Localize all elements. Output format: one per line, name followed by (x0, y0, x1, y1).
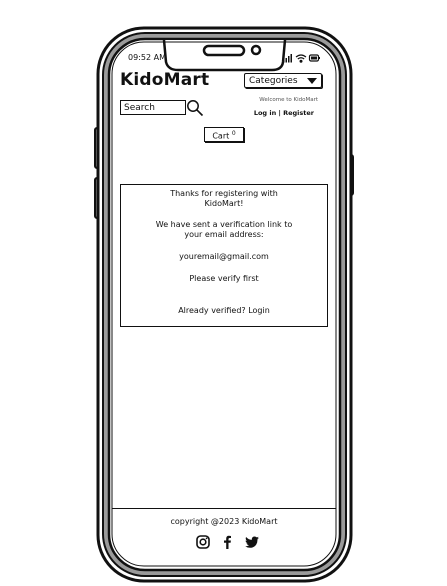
email-address: youremail@gmail.com (179, 252, 269, 261)
verification-message-box: Thanks for registering with KidoMart! We… (120, 184, 328, 327)
verification-sent-text: We have sent a verification link to your… (155, 220, 293, 239)
welcome-text: Welcome to KidoMart (259, 97, 318, 103)
brand-logo[interactable]: KidoMart (120, 70, 209, 90)
signal-icon (283, 54, 292, 63)
battery-icon (308, 54, 320, 62)
status-time: 09:52 AM (128, 53, 166, 62)
instagram-icon[interactable] (195, 534, 211, 550)
search-icon[interactable] (186, 99, 204, 117)
login-register-link[interactable]: Log in | Register (230, 109, 314, 117)
cart-count: 0 (231, 130, 236, 137)
categories-label: Categories (249, 76, 298, 86)
already-verified-login-link[interactable]: Already verified? Login (121, 306, 327, 316)
verify-prompt: Please verify first (189, 274, 259, 283)
categories-dropdown[interactable]: Categories (244, 73, 322, 88)
wifi-icon (295, 54, 307, 63)
status-icons (283, 54, 320, 63)
chevron-down-icon (307, 78, 317, 84)
search-input[interactable] (120, 100, 186, 115)
cart-button[interactable]: Cart 0 (204, 127, 244, 142)
facebook-icon[interactable] (219, 534, 235, 550)
cart-label: Cart (212, 131, 230, 141)
thanks-text: Thanks for registering with KidoMart! (170, 189, 278, 208)
footer-divider (112, 508, 336, 509)
copyright-text: copyright @2023 KidoMart (170, 517, 278, 526)
twitter-icon[interactable] (244, 534, 260, 550)
